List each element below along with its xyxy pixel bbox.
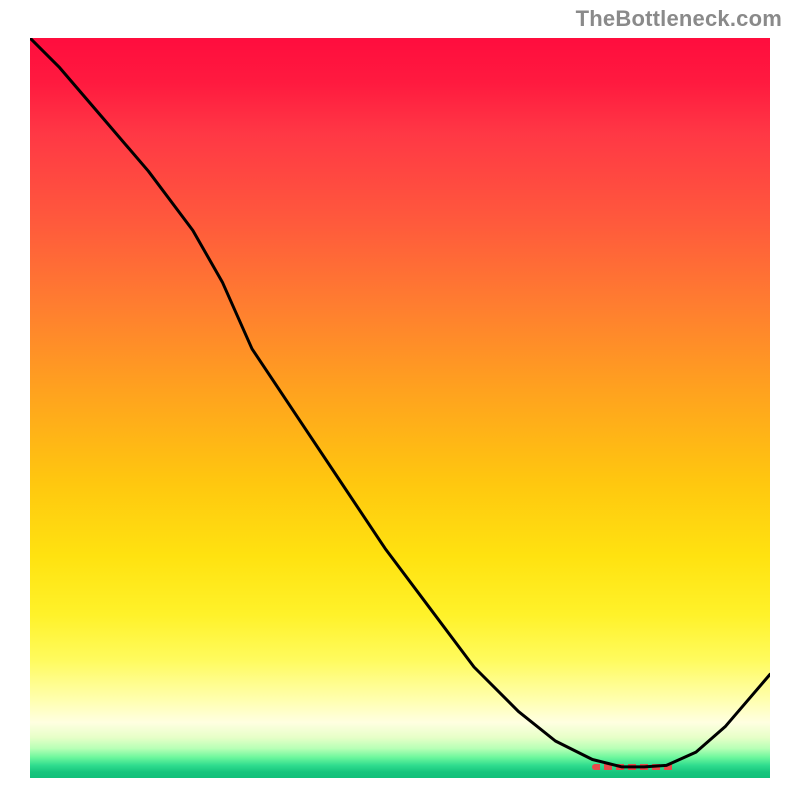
plot-area (30, 38, 771, 778)
curve-path (30, 38, 770, 767)
watermark-text: TheBottleneck.com (576, 6, 782, 32)
chart-stage: TheBottleneck.com (0, 0, 800, 800)
curve-svg (30, 38, 770, 778)
